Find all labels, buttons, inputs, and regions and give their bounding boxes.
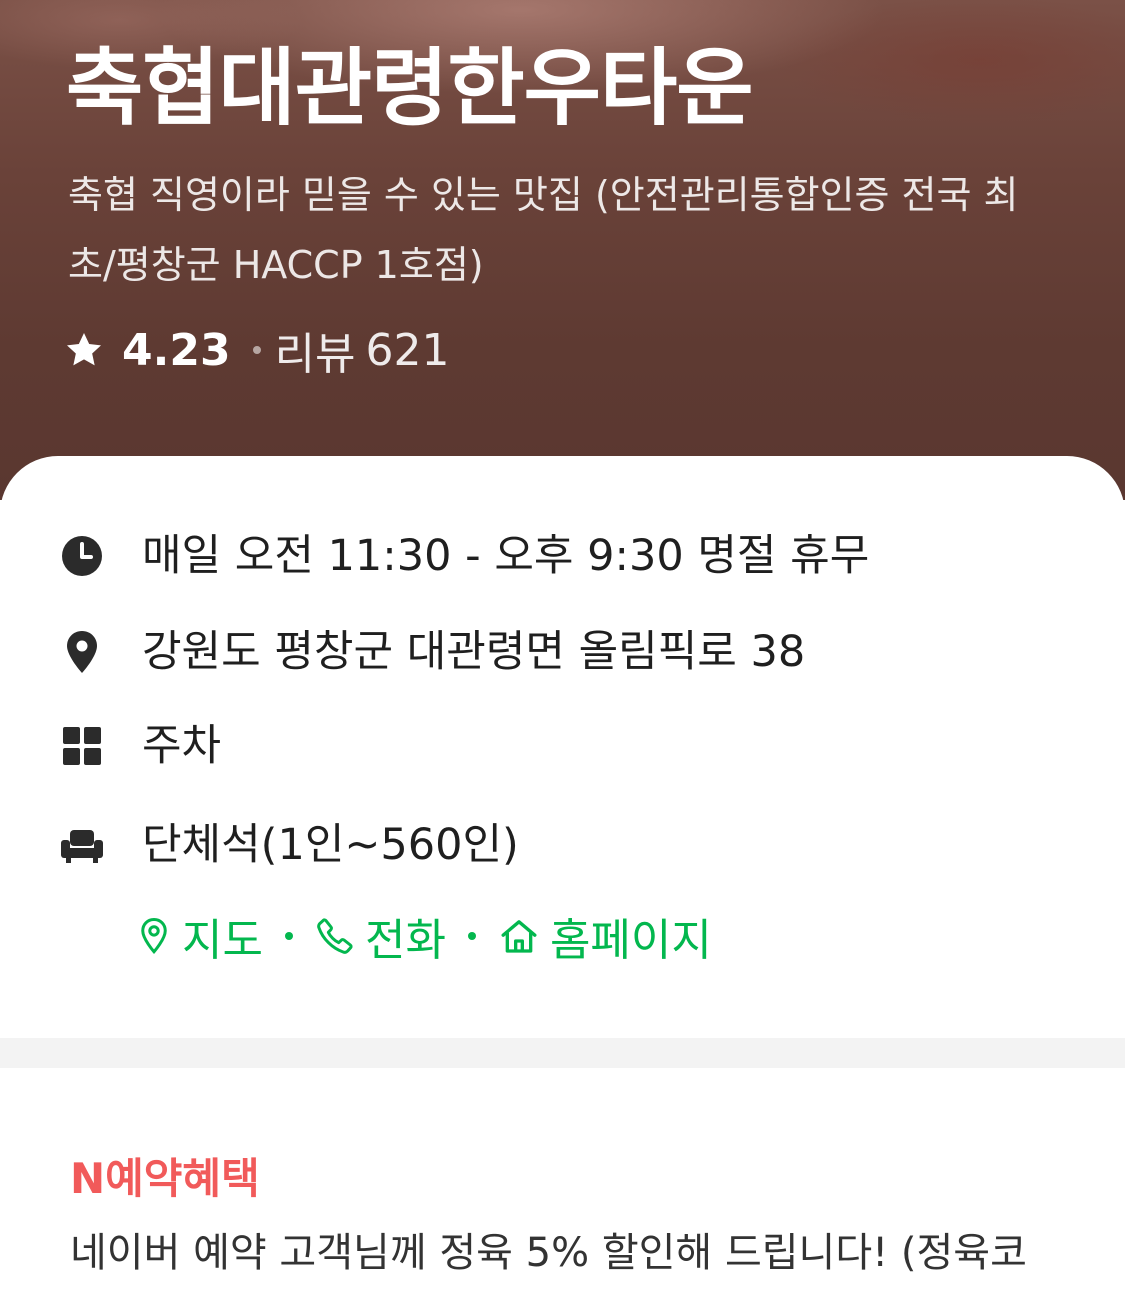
action-links: 지도 전화 홈페이지 <box>136 904 712 968</box>
map-pin-icon <box>67 631 97 673</box>
separator-dot <box>284 932 293 940</box>
place-description: 축협 직영이라 믿을 수 있는 맛집 (안전관리통합인증 전국 최초/평창군 H… <box>68 173 1019 287</box>
rating-value: 4.23 <box>122 324 231 376</box>
address-row[interactable]: 강원도 평창군 대관령면 올림픽로 38 <box>0 616 1125 688</box>
phone-link-label: 전화 <box>364 915 446 966</box>
armchair-icon <box>61 830 103 863</box>
seating-row: 단체석(1인~560인) <box>0 809 1125 881</box>
business-hours-text: 매일 오전 11:30 - 오후 9:30 명절 휴무 <box>142 531 870 581</box>
seating-text: 단체석(1인~560인) <box>142 820 519 870</box>
clock-icon <box>62 536 102 576</box>
section-divider <box>0 1038 1125 1068</box>
parking-text: 주차 <box>142 721 222 771</box>
review-count[interactable]: 621 <box>366 325 450 376</box>
map-link-label: 지도 <box>182 915 263 966</box>
booking-benefit-title: N예약혜택 <box>70 1154 260 1203</box>
parking-row: 주차 <box>0 710 1125 782</box>
rating-summary: 4.23 리뷰 621 <box>64 320 450 380</box>
homepage-link[interactable]: 홈페이지 <box>498 904 712 968</box>
separator-dot <box>252 346 261 354</box>
home-icon <box>501 920 537 953</box>
info-card: 매일 오전 11:30 - 오후 9:30 명절 휴무 강원도 평창군 대관령면… <box>0 456 1125 1038</box>
phone-icon <box>317 918 353 954</box>
map-pin-outline-icon <box>141 917 167 955</box>
separator-dot <box>467 932 476 940</box>
review-label[interactable]: 리뷰 <box>275 318 356 382</box>
homepage-link-label: 홈페이지 <box>549 915 712 966</box>
address-text: 강원도 평창군 대관령면 올림픽로 38 <box>142 627 806 677</box>
star-icon <box>67 333 101 366</box>
map-link[interactable]: 지도 <box>136 904 263 968</box>
place-name: 축협대관령한우타운 <box>66 39 754 137</box>
grid-icon <box>63 727 101 765</box>
business-hours-row[interactable]: 매일 오전 11:30 - 오후 9:30 명절 휴무 <box>0 520 1125 592</box>
hero-header: 축협대관령한우타운 축협 직영이라 믿을 수 있는 맛집 (안전관리통합인증 전… <box>0 0 1125 500</box>
booking-benefit-description: 네이버 예약 고객님께 정육 5% 할인해 드립니다! (정육코 <box>70 1230 1027 1276</box>
phone-link[interactable]: 전화 <box>315 904 446 968</box>
